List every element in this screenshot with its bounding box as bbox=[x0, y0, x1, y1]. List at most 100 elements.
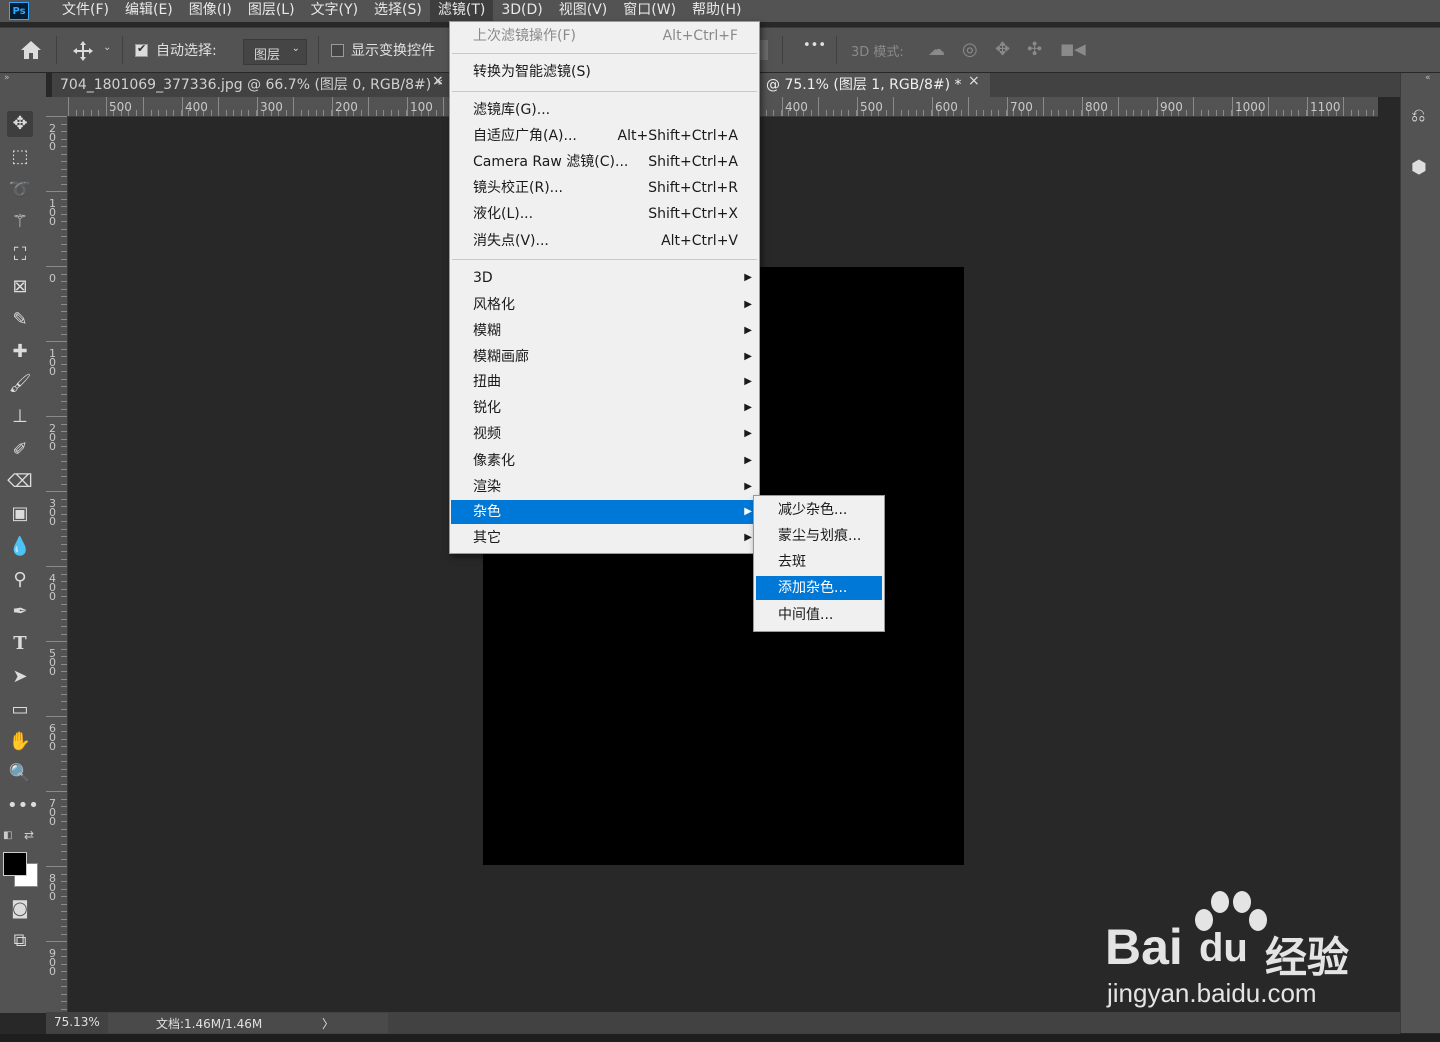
hand-tool-icon[interactable]: ✋ bbox=[7, 729, 33, 755]
menu-image[interactable]: 图像(I) bbox=[181, 0, 240, 22]
noise-submenu-item[interactable]: 中间值... bbox=[756, 603, 882, 627]
close-icon[interactable]: × bbox=[432, 73, 444, 89]
chevron-down-icon[interactable]: ⌄ bbox=[103, 42, 111, 53]
frame-tool-icon[interactable]: ⊠ bbox=[7, 274, 33, 300]
zoom-level[interactable]: 75.13% bbox=[54, 1015, 100, 1029]
screen-mode-icon[interactable]: ⧉ bbox=[7, 928, 33, 954]
history-brush-tool-icon[interactable]: ✐ bbox=[7, 437, 33, 463]
menu-item-label: 渲染 bbox=[473, 479, 501, 495]
filter-menu-item[interactable]: 液化(L)... Shift+Ctrl+X bbox=[451, 202, 758, 226]
menu-window[interactable]: 窗口(W) bbox=[615, 0, 684, 22]
submenu-arrow-icon: ▶ bbox=[744, 376, 752, 387]
menu-layer[interactable]: 图层(L) bbox=[240, 0, 303, 22]
marquee-tool-icon[interactable]: ⬚ bbox=[7, 144, 33, 170]
3d-panel-icon[interactable]: ⬢ bbox=[1411, 157, 1427, 178]
align-icons-partial[interactable] bbox=[760, 40, 768, 60]
eyedropper-tool-icon[interactable]: ✎ bbox=[7, 307, 33, 333]
filter-menu-item[interactable]: 转换为智能滤镜(S) bbox=[451, 60, 758, 84]
menu-type[interactable]: 文字(Y) bbox=[303, 0, 366, 22]
filter-menu-item[interactable]: 视频 ▶ bbox=[451, 422, 758, 446]
menu-3d[interactable]: 3D(D) bbox=[493, 0, 550, 22]
filter-menu-item[interactable]: 扭曲 ▶ bbox=[451, 370, 758, 394]
filter-menu-item[interactable]: 其它 ▶ bbox=[451, 526, 758, 550]
swap-colors-icon[interactable]: ⇄ bbox=[24, 828, 34, 842]
show-transform-checkbox[interactable] bbox=[331, 44, 344, 57]
zoom-tool-icon[interactable]: 🔍 bbox=[7, 761, 33, 787]
filter-menu-item[interactable]: 模糊画廊 ▶ bbox=[451, 345, 758, 369]
menu-item-label: 转换为智能滤镜(S) bbox=[473, 64, 591, 80]
history-panel-icon[interactable]: ⎌ bbox=[1411, 105, 1425, 126]
pen-tool-icon[interactable]: ✒ bbox=[7, 599, 33, 625]
filter-menu-item[interactable]: 滤镜库(G)... bbox=[451, 98, 758, 122]
auto-select-target-dropdown[interactable]: 图层 ⌄ bbox=[243, 39, 307, 65]
filter-menu-item[interactable]: 镜头校正(R)... Shift+Ctrl+R bbox=[451, 176, 758, 200]
filter-menu-item[interactable]: 锐化 ▶ bbox=[451, 396, 758, 420]
menu-file[interactable]: 文件(F) bbox=[54, 0, 117, 22]
lasso-tool-icon[interactable]: ➰ bbox=[7, 177, 33, 203]
3d-scale-icon[interactable]: ■◀ bbox=[1060, 40, 1086, 58]
panel-collapse-icon[interactable]: « bbox=[1425, 73, 1431, 83]
ruler-tick bbox=[46, 266, 67, 267]
panel-collapse-icon[interactable]: » bbox=[4, 73, 10, 83]
noise-submenu-item[interactable]: 减少杂色... bbox=[756, 498, 882, 522]
ruler-tick bbox=[1275, 110, 1277, 116]
tab-document-2[interactable]: @ 75.1% (图层 1, RGB/8#) * bbox=[758, 73, 990, 97]
filter-menu-item[interactable]: 渲染 ▶ bbox=[451, 475, 758, 499]
filter-menu-item[interactable]: 杂色 ▶ bbox=[451, 500, 758, 524]
magic-wand-tool-icon[interactable]: ⚚ bbox=[7, 209, 33, 235]
brush-tool-icon[interactable]: 🖌 bbox=[7, 371, 33, 397]
filter-menu-item[interactable]: 3D ▶ bbox=[451, 266, 758, 290]
ruler-tick bbox=[61, 386, 67, 387]
menu-filter[interactable]: 滤镜(T) bbox=[429, 0, 494, 22]
auto-select-checkbox[interactable] bbox=[135, 42, 148, 57]
menu-item-label: 扭曲 bbox=[473, 374, 501, 390]
3d-pan-icon[interactable]: ✥ bbox=[995, 39, 1010, 60]
filter-menu-item[interactable]: 风格化 ▶ bbox=[451, 293, 758, 317]
ruler-tick bbox=[61, 461, 67, 462]
path-selection-tool-icon[interactable]: ➤ bbox=[7, 664, 33, 690]
status-info-box[interactable]: 文档:1.46M/1.46M 〉 bbox=[108, 1013, 388, 1033]
ruler-tick bbox=[46, 641, 67, 642]
default-colors-icon[interactable]: ◧ bbox=[3, 830, 12, 841]
chevron-right-icon[interactable]: 〉 bbox=[322, 1015, 334, 1032]
filter-menu-item[interactable]: Camera Raw 滤镜(C)... Shift+Ctrl+A bbox=[451, 150, 758, 174]
more-options-button[interactable]: ••• bbox=[803, 38, 826, 53]
menu-select[interactable]: 选择(S) bbox=[366, 0, 430, 22]
ruler-tick bbox=[61, 123, 67, 125]
clone-stamp-tool-icon[interactable]: ⊥ bbox=[7, 404, 33, 430]
3d-slide-icon[interactable]: ✣ bbox=[1027, 39, 1042, 60]
foreground-color-swatch[interactable] bbox=[3, 852, 27, 876]
menu-view[interactable]: 视图(V) bbox=[551, 0, 616, 22]
noise-submenu-item[interactable]: 去斑 bbox=[756, 550, 882, 574]
rectangle-tool-icon[interactable]: ▭ bbox=[7, 697, 33, 723]
menu-help[interactable]: 帮助(H) bbox=[684, 0, 749, 22]
ruler-tick bbox=[848, 110, 849, 116]
blur-tool-icon[interactable]: 💧 bbox=[7, 534, 33, 560]
healing-brush-tool-icon[interactable]: ✚ bbox=[7, 339, 33, 365]
dodge-tool-icon[interactable]: ⚲ bbox=[7, 567, 33, 593]
home-icon[interactable] bbox=[20, 40, 42, 60]
gradient-tool-icon[interactable]: ▣ bbox=[7, 501, 33, 527]
ruler-tick bbox=[61, 746, 67, 747]
move-tool-icon[interactable] bbox=[72, 40, 94, 62]
menu-edit[interactable]: 编辑(E) bbox=[117, 0, 181, 22]
filter-menu-item[interactable]: 像素化 ▶ bbox=[451, 449, 758, 473]
close-icon[interactable]: × bbox=[968, 73, 980, 89]
more-tools-icon[interactable]: ••• bbox=[7, 793, 39, 819]
menu-item-label: 添加杂色... bbox=[778, 580, 848, 596]
quick-mask-icon[interactable]: ◙ bbox=[7, 896, 33, 922]
crop-tool-icon[interactable]: ⛶ bbox=[7, 242, 33, 268]
type-tool-icon[interactable]: T bbox=[7, 631, 33, 657]
filter-menu-item[interactable]: 模糊 ▶ bbox=[451, 319, 758, 343]
3d-orbit-icon[interactable]: ☁ bbox=[928, 40, 945, 60]
filter-menu-item[interactable]: 消失点(V)... Alt+Ctrl+V bbox=[451, 229, 758, 253]
tab-document-1[interactable]: 704_1801069_377336.jpg @ 66.7% (图层 0, RG… bbox=[52, 73, 448, 97]
ruler-tick bbox=[61, 671, 67, 672]
noise-submenu-item[interactable]: 蒙尘与划痕... bbox=[756, 524, 882, 548]
3d-roll-icon[interactable]: ◎ bbox=[962, 39, 978, 60]
move-tool-icon[interactable]: ✥ bbox=[7, 111, 33, 137]
noise-submenu-item[interactable]: 添加杂色... bbox=[756, 576, 882, 600]
filter-menu-item[interactable]: 自适应广角(A)... Alt+Shift+Ctrl+A bbox=[451, 124, 758, 148]
eraser-tool-icon[interactable]: ⌫ bbox=[7, 469, 33, 495]
ruler-tick bbox=[61, 311, 67, 312]
